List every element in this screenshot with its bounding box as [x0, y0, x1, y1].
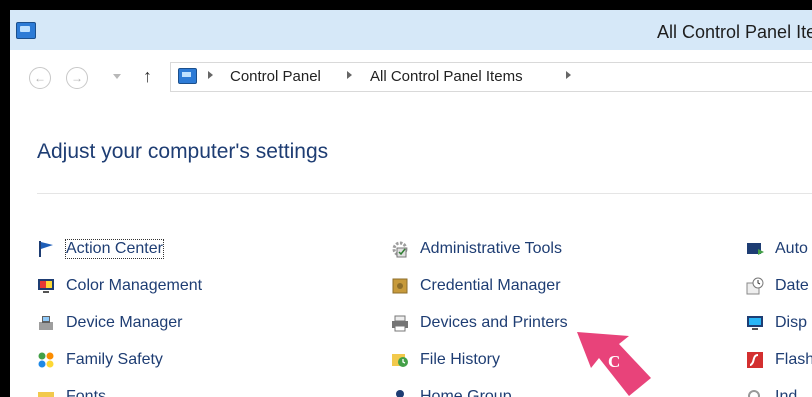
back-button[interactable]: ← [29, 67, 51, 89]
item-label: Home Group [420, 388, 512, 397]
page-title: Adjust your computer's settings [37, 140, 329, 163]
up-button[interactable]: ↑ [143, 66, 152, 87]
divider [37, 193, 812, 194]
item-label: Family Safety [66, 351, 163, 368]
item-label: File History [420, 351, 501, 368]
gear-icon [392, 241, 408, 258]
magnifier-icon [748, 390, 760, 397]
control-panel-window: All Control Panel Items ← → ↑ Control Pa… [10, 10, 812, 397]
breadcrumb-separator-icon[interactable] [566, 71, 571, 79]
item-label: Devices and Printers [420, 314, 568, 331]
control-panel-icon[interactable] [16, 22, 36, 39]
color-monitor-icon [38, 279, 54, 293]
family-safety-icon [38, 352, 54, 368]
annotation-label: C [608, 352, 620, 371]
item-label: Fonts [66, 388, 107, 397]
item-label: Auto [775, 240, 808, 257]
display-icon [747, 316, 763, 330]
item-label: Action Center [65, 239, 164, 259]
annotation-arrow-icon: C [577, 332, 651, 396]
recent-locations-chevron-down-icon[interactable] [113, 74, 121, 79]
item-label: Administrative Tools [420, 240, 562, 257]
autoplay-icon [747, 243, 764, 255]
flash-icon [747, 352, 763, 368]
item-label: Device Manager [66, 314, 183, 331]
item-label: Flash [775, 351, 812, 368]
breadcrumb-separator-icon[interactable] [208, 71, 213, 79]
navigation-bar: ← → ↑ Control Panel All Control Panel It… [10, 50, 812, 100]
breadcrumb-control-panel[interactable]: Control Panel [230, 68, 321, 85]
window-title: All Control Panel Items [657, 22, 812, 42]
folder-icon [38, 392, 54, 397]
item-label: Date [775, 277, 809, 294]
title-bar: All Control Panel Items [10, 10, 812, 50]
clock-icon [746, 277, 764, 295]
breadcrumb-all-items[interactable]: All Control Panel Items [370, 68, 523, 85]
flag-icon [39, 241, 53, 257]
item-label: Disp [775, 314, 808, 331]
item-label: Credential Manager [420, 277, 561, 294]
file-history-icon [392, 354, 408, 367]
homegroup-icon [396, 390, 404, 397]
breadcrumb-separator-icon[interactable] [347, 71, 352, 79]
vault-icon [392, 278, 408, 294]
control-panel-icon [178, 68, 197, 84]
printer-icon [392, 315, 408, 332]
address-bar[interactable]: Control Panel All Control Panel Items [170, 62, 812, 92]
item-label: Color Management [66, 277, 203, 294]
forward-button[interactable]: → [66, 67, 88, 89]
item-label: Ind [775, 388, 798, 397]
device-manager-icon [39, 316, 53, 330]
